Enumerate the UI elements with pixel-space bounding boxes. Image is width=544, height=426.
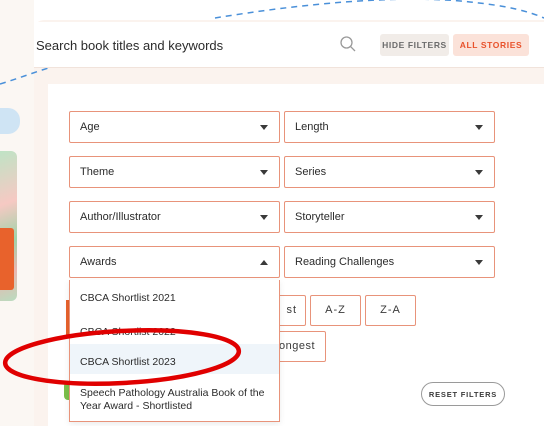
reading-challenges-select[interactable]: Reading Challenges	[284, 246, 495, 278]
chevron-up-icon	[260, 260, 268, 265]
author-illustrator-select[interactable]: Author/Illustrator	[69, 201, 280, 233]
theme-select[interactable]: Theme	[69, 156, 280, 188]
dropdown-option[interactable]: CBCA Shortlist 2021	[70, 280, 279, 310]
series-select[interactable]: Series	[284, 156, 495, 188]
chevron-down-icon	[260, 215, 268, 220]
chevron-down-icon	[260, 125, 268, 130]
chevron-down-icon	[475, 260, 483, 265]
dropdown-option[interactable]: CBCA Shortlist 2022	[70, 310, 279, 340]
reset-filters-button[interactable]: RESET FILTERS	[421, 382, 505, 406]
dropdown-option-highlighted[interactable]: CBCA Shortlist 2023	[70, 344, 279, 374]
search-bar: HIDE FILTERS ALL STORIES	[34, 22, 544, 68]
awards-dropdown-list: CBCA Shortlist 2021 CBCA Shortlist 2022 …	[69, 280, 280, 422]
search-icon[interactable]	[339, 35, 357, 53]
series-select-label: Series	[295, 166, 327, 178]
length-select-label: Length	[295, 121, 329, 133]
age-select-label: Age	[80, 121, 100, 133]
author-select-label: Author/Illustrator	[80, 211, 161, 223]
storyteller-select[interactable]: Storyteller	[284, 201, 495, 233]
age-select[interactable]: Age	[69, 111, 280, 143]
chevron-down-icon	[260, 170, 268, 175]
chevron-down-icon	[475, 125, 483, 130]
hide-filters-button[interactable]: HIDE FILTERS	[380, 34, 449, 56]
awards-select[interactable]: Awards	[69, 246, 280, 278]
theme-select-label: Theme	[80, 166, 115, 178]
sort-az-button[interactable]: A-Z	[310, 295, 361, 326]
awards-select-label: Awards	[80, 256, 117, 268]
all-stories-button[interactable]: ALL STORIES	[453, 34, 529, 56]
chevron-down-icon	[475, 170, 483, 175]
length-select[interactable]: Length	[284, 111, 495, 143]
sort-za-button[interactable]: Z-A	[365, 295, 416, 326]
search-input[interactable]	[36, 32, 336, 58]
reading-challenges-select-label: Reading Challenges	[295, 256, 395, 268]
dropdown-option[interactable]: Speech Pathology Australia Book of the Y…	[70, 384, 279, 420]
storyteller-select-label: Storyteller	[295, 211, 345, 223]
chevron-down-icon	[475, 215, 483, 220]
